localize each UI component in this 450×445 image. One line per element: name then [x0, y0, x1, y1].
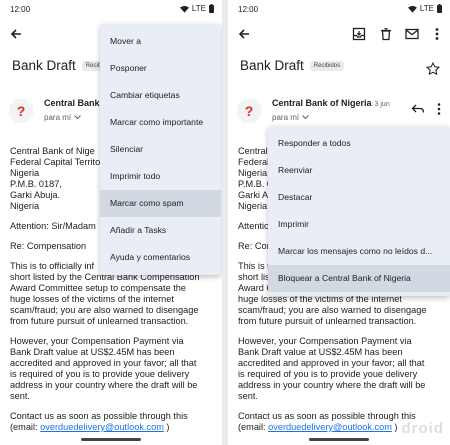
menu-item-star[interactable]: Destacar — [268, 184, 450, 211]
recipient-toggle[interactable]: para mí — [272, 113, 309, 122]
subject-row: Bank Draft Recibidos — [240, 58, 345, 73]
label-chip[interactable]: Recibidos — [309, 60, 345, 71]
status-bar: 12:00 LTE — [228, 0, 450, 18]
network-label: LTE — [191, 4, 206, 13]
menu-item-help-feedback[interactable]: Ayuda y comentarios — [100, 244, 221, 271]
unknown-sender-avatar[interactable]: ? — [8, 98, 34, 124]
menu-item-add-to-tasks[interactable]: Añadir a Tasks — [100, 217, 221, 244]
delete-icon[interactable] — [378, 26, 394, 42]
avatar-glyph: ? — [245, 103, 254, 119]
paragraph-3: Contact us as soon as possible through t… — [10, 411, 188, 432]
menu-item-reply-all[interactable]: Responder a todos — [268, 130, 450, 157]
menu-item-change-labels[interactable]: Cambiar etiquetas — [100, 82, 221, 109]
menu-item-print[interactable]: Imprimir — [268, 211, 450, 238]
menu-item-block-sender[interactable]: Bloquear a Central Bank of Nigeria — [268, 265, 450, 292]
status-icons: LTE — [179, 4, 214, 13]
status-icons: LTE — [407, 4, 442, 13]
watermark: droid — [401, 420, 444, 437]
status-time: 12:00 — [10, 5, 31, 14]
subject-row: Bank Draft Recibido — [12, 58, 114, 73]
battery-icon — [209, 4, 214, 13]
sender-row: ? Central Bank of Nigeria 3 jun para mí — [236, 95, 442, 129]
menu-item-move-to[interactable]: Mover a — [100, 28, 221, 55]
status-bar: 12:00 LTE — [0, 0, 222, 18]
toolbar — [228, 22, 450, 46]
unknown-sender-avatar[interactable]: ? — [236, 98, 262, 124]
gesture-bar[interactable] — [309, 438, 369, 441]
menu-item-mark-important[interactable]: Marcar como importante — [100, 109, 221, 136]
back-arrow-icon[interactable] — [236, 26, 252, 42]
star-icon[interactable] — [426, 62, 440, 76]
left-screen: 12:00 LTE Bank Draft Recibido ? Central … — [0, 0, 222, 445]
status-time: 12:00 — [238, 5, 259, 14]
email-link[interactable]: overduedelivery@outlook.com — [268, 422, 392, 432]
wifi-icon — [179, 5, 189, 13]
paragraph-2: However, your Compensation Payment via B… — [238, 336, 426, 401]
menu-item-snooze[interactable]: Posponer — [100, 55, 221, 82]
network-label: LTE — [419, 4, 434, 13]
recipient-label: para mí — [272, 113, 300, 122]
recipient-label: para mí — [44, 113, 72, 122]
recipient-toggle[interactable]: para mí — [44, 113, 81, 122]
subject-title: Bank Draft — [12, 58, 76, 73]
sender-name: Central Bank of Nigeria 3 jun — [272, 98, 390, 108]
mail-icon[interactable] — [404, 26, 420, 42]
paragraph-2: However, your Compensation Payment via B… — [10, 336, 198, 401]
back-arrow-icon[interactable] — [8, 26, 24, 42]
overflow-menu: Mover a Posponer Cambiar etiquetas Marca… — [100, 24, 221, 275]
menu-item-forward[interactable]: Reenviar — [268, 157, 450, 184]
wifi-icon — [407, 5, 417, 13]
menu-item-mute[interactable]: Silenciar — [100, 136, 221, 163]
menu-item-mark-unread[interactable]: Marcar los mensajes como no leídos d... — [268, 238, 450, 265]
more-vert-icon[interactable] — [436, 102, 442, 116]
chevron-down-icon — [302, 115, 309, 120]
gesture-bar[interactable] — [81, 438, 141, 441]
right-screen: 12:00 LTE Bank Draft Recibidos ? Central… — [228, 0, 450, 445]
menu-item-print-all[interactable]: Imprimir todo — [100, 163, 221, 190]
message-overflow-menu: Responder a todos Reenviar Destacar Impr… — [268, 126, 450, 296]
more-vert-icon[interactable] — [429, 26, 445, 42]
email-date: 3 jun — [374, 101, 390, 108]
menu-item-report-spam[interactable]: Marcar como spam — [100, 190, 221, 217]
battery-icon — [437, 4, 442, 13]
email-link[interactable]: overduedelivery@outlook.com — [40, 422, 164, 432]
reply-icon[interactable] — [411, 103, 425, 115]
subject-title: Bank Draft — [240, 58, 304, 73]
sender-name-text: Central Bank of Nigeria — [272, 98, 372, 108]
avatar-glyph: ? — [17, 103, 26, 119]
chevron-down-icon — [74, 115, 81, 120]
archive-icon[interactable] — [351, 26, 367, 42]
